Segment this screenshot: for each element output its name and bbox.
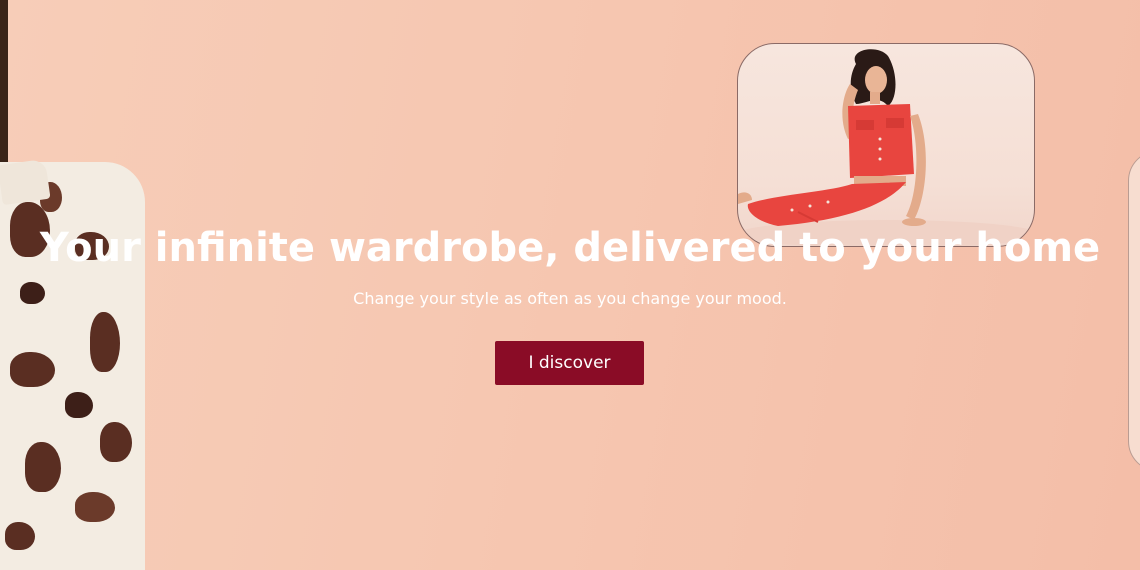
model-photo-left	[0, 0, 150, 570]
hero-title: Your infinite wardrobe, delivered to you…	[39, 225, 1101, 271]
cow-print-shirt	[0, 162, 145, 570]
carousel-card-edge[interactable]	[1128, 150, 1140, 472]
product-card-image[interactable]	[737, 43, 1035, 247]
discover-button[interactable]: I discover	[495, 341, 644, 385]
shirt-collar	[0, 158, 51, 206]
hero-subtitle: Change your style as often as you change…	[353, 289, 787, 308]
model-red-outfit-illustration	[738, 49, 1034, 246]
model-skin	[0, 0, 8, 180]
